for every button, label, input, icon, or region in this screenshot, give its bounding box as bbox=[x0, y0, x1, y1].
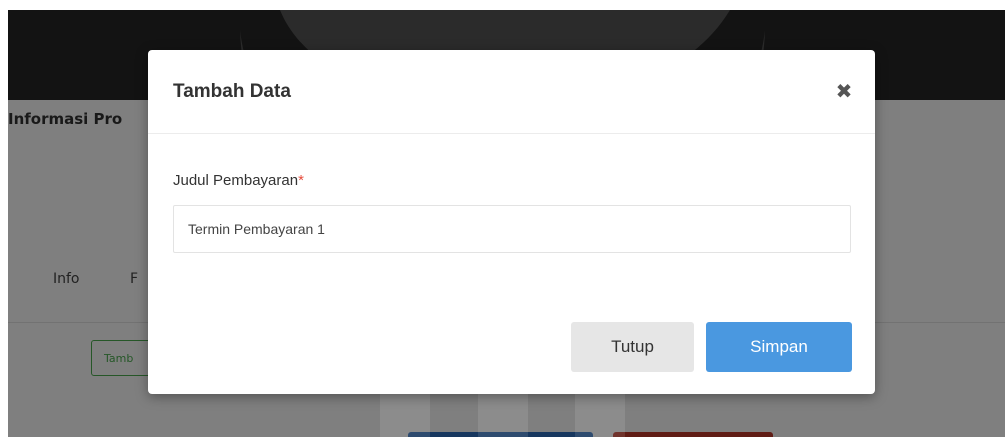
close-icon[interactable]: ✖ bbox=[833, 80, 855, 102]
field-label: Judul Pembayaran* bbox=[173, 172, 304, 189]
add-data-modal: Tambah Data ✖ Judul Pembayaran* Tutup Si… bbox=[148, 50, 875, 394]
field-label-text: Judul Pembayaran bbox=[173, 172, 299, 189]
modal-footer: Tutup Simpan bbox=[148, 300, 875, 394]
required-asterisk: * bbox=[298, 172, 304, 189]
modal-header: Tambah Data ✖ bbox=[148, 50, 875, 134]
save-button[interactable]: Simpan bbox=[706, 322, 852, 372]
close-button[interactable]: Tutup bbox=[571, 322, 694, 372]
judul-pembayaran-input[interactable] bbox=[173, 205, 851, 253]
modal-title: Tambah Data bbox=[173, 81, 291, 102]
